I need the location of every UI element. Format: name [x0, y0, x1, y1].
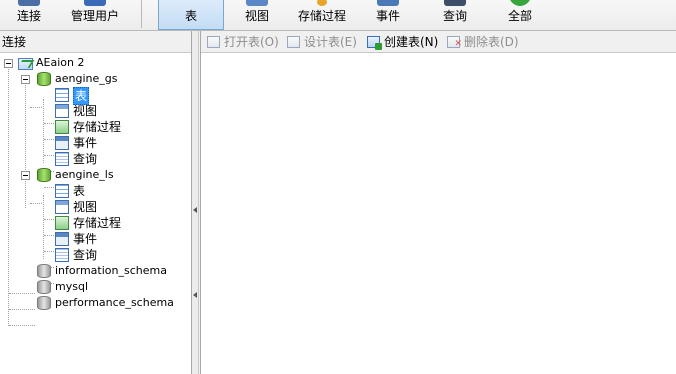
procedure-label: 存储过程: [297, 9, 346, 23]
table-button[interactable]: 表: [158, 0, 224, 30]
query-icon: [55, 152, 69, 166]
database-label: mysql: [55, 280, 88, 293]
event-icon: [377, 0, 399, 6]
manage-users-label: 管理用户: [70, 9, 119, 23]
connection-icon: [18, 56, 33, 70]
all-icon: [509, 0, 531, 6]
table-label: 表: [184, 9, 197, 23]
database-label: aengine_ls: [55, 168, 114, 181]
toolbar-separator: [141, 0, 142, 28]
create-table-label: 创建表(N): [384, 35, 439, 49]
create-table-icon: [367, 36, 382, 50]
view-button[interactable]: 视图: [232, 0, 282, 30]
collapse-toggle[interactable]: [21, 75, 30, 84]
table-icon: [55, 184, 69, 198]
tables-label: 表: [73, 184, 86, 198]
tree-line: [44, 155, 54, 156]
connect-icon: [18, 0, 40, 6]
event-label: 事件: [375, 9, 400, 23]
view-icon: [246, 0, 268, 6]
procedures-label: 存储过程: [73, 120, 122, 134]
database-icon: [37, 264, 51, 278]
event-icon: [55, 136, 69, 150]
design-table-icon: [287, 36, 300, 48]
view-icon: [55, 104, 69, 118]
tree-line: [44, 187, 54, 188]
queries-label: 查询: [73, 248, 98, 262]
procedure-icon: [317, 0, 327, 6]
design-table-label: 设计表(E): [304, 35, 357, 49]
procedure-button[interactable]: 存储过程: [290, 0, 354, 30]
collapse-toggle[interactable]: [4, 59, 13, 68]
tree-line: [9, 325, 35, 326]
navicat-window: 连接 管理用户 表 视图 存储过程 事件 查询 全部 连接 AEaion 2 a…: [0, 0, 676, 374]
objects-list-area[interactable]: [201, 53, 676, 374]
open-table-label: 打开表(O): [224, 35, 279, 49]
query-icon: [444, 0, 466, 6]
connect-label: 连接: [16, 9, 41, 23]
procedure-icon: [55, 216, 69, 230]
connection-label: AEaion 2: [36, 56, 85, 69]
tree-line: [44, 235, 54, 236]
views-label: 视图: [73, 200, 98, 214]
tree-line: [9, 293, 35, 294]
table-icon: [55, 88, 69, 102]
query-button[interactable]: 查询: [430, 0, 480, 30]
views-label: 视图: [73, 104, 98, 118]
all-button[interactable]: 全部: [492, 0, 548, 30]
tree-line: [25, 83, 26, 208]
all-label: 全部: [507, 9, 532, 23]
tree-line: [43, 99, 44, 163]
panel-splitter[interactable]: [192, 31, 199, 374]
objects-toolbar: 打开表(O) 设计表(E) 创建表(N) 删除表(D): [201, 31, 676, 53]
view-label: 视图: [244, 9, 269, 23]
connection-panel-header: 连接: [0, 31, 191, 53]
queries-label: 查询: [73, 152, 98, 166]
tree-line: [44, 219, 54, 220]
database-icon: [37, 296, 51, 310]
procedures-label: 存储过程: [73, 216, 122, 230]
database-icon: [37, 168, 51, 182]
database-icon: [37, 280, 51, 294]
events-label: 事件: [73, 136, 98, 150]
collapse-left-arrow-icon[interactable]: [193, 207, 197, 213]
tree-line: [44, 123, 54, 124]
delete-table-label: 删除表(D): [464, 35, 519, 49]
open-table-icon: [207, 36, 220, 48]
collapse-left-arrow-icon[interactable]: [193, 292, 197, 298]
query-label: 查询: [442, 9, 467, 23]
main-toolbar: 连接 管理用户 表 视图 存储过程 事件 查询 全部: [0, 0, 676, 31]
database-label: information_schema: [55, 264, 167, 277]
events-label: 事件: [73, 232, 98, 246]
connect-button[interactable]: 连接: [0, 0, 58, 30]
database-label: performance_schema: [55, 296, 174, 309]
tree-line: [44, 139, 54, 140]
tree-line: [8, 67, 9, 326]
tree-line: [44, 251, 54, 252]
connection-panel: 连接 AEaion 2 aengine_gs 表 视图 存储过程 事件 查询 a…: [0, 31, 192, 374]
manage-users-button[interactable]: 管理用户: [64, 0, 126, 30]
event-button[interactable]: 事件: [362, 0, 414, 30]
query-icon: [55, 248, 69, 262]
tree-line: [9, 309, 35, 310]
event-icon: [55, 232, 69, 246]
tree-line: [30, 203, 42, 204]
objects-panel: 打开表(O) 设计表(E) 创建表(N) 删除表(D): [200, 31, 676, 374]
database-icon: [37, 72, 51, 86]
view-icon: [55, 200, 69, 214]
database-label: aengine_gs: [55, 72, 118, 85]
tree-line: [43, 195, 44, 259]
table-icon: [180, 0, 202, 6]
delete-table-icon: [447, 36, 462, 52]
procedure-icon: [55, 120, 69, 134]
users-icon: [84, 0, 106, 6]
tree-line: [30, 107, 42, 108]
collapse-toggle[interactable]: [21, 171, 30, 180]
